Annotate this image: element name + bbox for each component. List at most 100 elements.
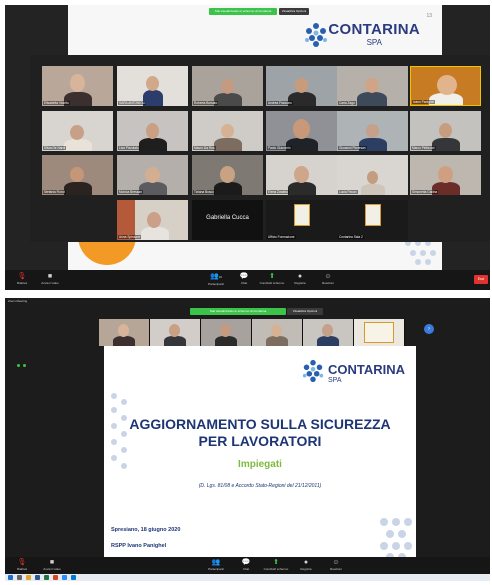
participant-tile[interactable]: Mauro Da Ros: [192, 111, 263, 151]
participant-tile-no-video[interactable]: Gabriella Cucca: [192, 200, 263, 240]
unmute-button[interactable]: 🎙 Riattiva: [7, 272, 37, 288]
participant-thumbnail-strip: [99, 319, 405, 346]
microphone-muted-icon: 🎙: [17, 559, 27, 566]
participant-thumbnail[interactable]: [150, 319, 200, 346]
start-video-button[interactable]: ■ Avvia il video: [35, 272, 65, 288]
outlook-icon[interactable]: [71, 575, 76, 580]
chat-button[interactable]: 💬 Chat: [231, 558, 261, 574]
decorative-dots-icon: [380, 518, 412, 560]
reactions-button[interactable]: ☺ Reazioni: [321, 558, 351, 574]
meeting-toolbar: 🎙 Riattiva ■ Avvia il video 👥 Partecipan…: [5, 557, 490, 574]
participant-tile[interactable]: Simonetta Gallina: [410, 155, 481, 195]
file-explorer-icon[interactable]: [26, 575, 31, 580]
contarina-logo-icon: [302, 359, 324, 383]
leave-meeting-button[interactable]: Esci: [474, 275, 488, 284]
participant-tile[interactable]: Stefania Fiorot: [42, 155, 113, 195]
participant-name: SARA ANTONIOLI: [118, 101, 147, 105]
participant-name: Roberta Borsato: [193, 101, 219, 105]
video-camera-off-icon: ■: [49, 559, 55, 566]
participant-name: Lisa Pizzolato: [118, 146, 140, 150]
participant-tile-active-speaker[interactable]: Ivano Panighel: [410, 66, 481, 106]
participant-tile[interactable]: Lisa Pizzolato: [117, 111, 188, 151]
participant-name: Elisabetta Vidotto: [43, 101, 70, 105]
chat-button[interactable]: 💬 Chat: [229, 272, 259, 288]
slide-place-date: Spresiano, 18 giugno 2020: [111, 527, 181, 533]
contarina-logo-suffix: SPA: [366, 38, 382, 47]
participant-name: Silvia De Nardi: [43, 146, 67, 150]
view-options-button[interactable]: Visualizza Opzioni: [287, 308, 323, 315]
participant-name: Paolo Giacomin: [267, 146, 292, 150]
participant-tile[interactable]: Ufficio Formazione: [266, 200, 337, 240]
reactions-icon: ☺: [332, 559, 340, 566]
participant-tile[interactable]: Andrea Fraccaro: [266, 66, 337, 106]
screen-share-banner: Stai visualizzando lo schermo di Contari…: [209, 8, 277, 15]
participant-name: Marco Pellizzari: [411, 146, 436, 150]
view-options-button[interactable]: Visualizza Opzioni: [279, 8, 309, 15]
participant-tile[interactable]: Anna Spinazze: [117, 200, 188, 240]
contarina-logo-icon: [305, 23, 327, 47]
powerpoint-icon[interactable]: [53, 575, 58, 580]
participant-tile[interactable]: Giovanni Piovesan: [337, 111, 408, 151]
participant-tile[interactable]: Paolo Giacomin: [266, 111, 337, 151]
participant-name: Carla Zago: [338, 101, 356, 105]
participant-tile[interactable]: Lucia Pavan: [337, 155, 408, 195]
participant-tile[interactable]: SARA ANTONIOLI: [117, 66, 188, 106]
participant-name: Anna Spinazze: [118, 235, 142, 239]
participant-name: Tiziana Bosco: [193, 190, 215, 194]
participant-gallery: Elisabetta Vidotto SARA ANTONIOLI Robert…: [30, 55, 490, 242]
slide-page-number: 13: [426, 13, 432, 19]
meeting-toolbar: 🎙 Riattiva ■ Avvia il video 👥22 Partecip…: [5, 270, 490, 290]
zoom-window-gallery: CONTARINA SPA 13 Stai visualizzando lo s…: [5, 5, 490, 290]
unmute-button[interactable]: 🎙 Riattiva: [7, 558, 37, 574]
video-camera-off-icon: ■: [47, 273, 53, 280]
word-icon[interactable]: [35, 575, 40, 580]
contarina-logo-text: CONTARINA: [328, 362, 406, 377]
reactions-button[interactable]: ☺ Reazioni: [313, 272, 343, 288]
participant-name: Andrea Fraccaro: [267, 101, 293, 105]
slide-presenter: RSPP Ivano Panighel: [111, 543, 167, 549]
share-screen-button[interactable]: ⬆ Condividi schermo: [261, 558, 291, 574]
slide-title: AGGIORNAMENTO SULLA SICUREZZA PER LAVORA…: [129, 416, 391, 449]
participant-name: Ufficio Formazione: [267, 235, 296, 239]
participant-tile[interactable]: Monica Bressan: [117, 155, 188, 195]
participant-tile[interactable]: Silvia De Nardi: [42, 111, 113, 151]
share-screen-icon: ⬆: [273, 559, 279, 566]
participant-name: Giovanni Piovesan: [338, 146, 367, 150]
reactions-icon: ☺: [324, 273, 332, 280]
microphone-muted-icon: 🎙: [17, 273, 27, 280]
participant-tile[interactable]: Tiziana Bosco: [192, 155, 263, 195]
share-screen-icon: ⬆: [269, 273, 275, 280]
share-screen-button[interactable]: ⬆ Condividi schermo: [257, 272, 287, 288]
participant-tile[interactable]: Elena Zanatta: [266, 155, 337, 195]
record-button[interactable]: ● Registra: [285, 272, 315, 288]
start-menu-icon[interactable]: [8, 575, 13, 580]
participant-name-large: Gabriella Cucca: [206, 215, 249, 221]
participants-icon: 👥: [211, 559, 221, 566]
gallery-arrow-icon[interactable]: ›: [424, 324, 434, 334]
zoom-app-icon[interactable]: [62, 575, 67, 580]
status-indicators: [17, 354, 29, 372]
participant-thumbnail[interactable]: [354, 319, 404, 346]
participant-tile[interactable]: Elisabetta Vidotto: [42, 66, 113, 106]
participants-button[interactable]: 👥22 Partecipanti: [201, 272, 231, 288]
chat-bubble-icon: 💬: [241, 559, 251, 566]
participant-tile[interactable]: Roberta Borsato: [192, 66, 263, 106]
participant-name: Elena Zanatta: [267, 190, 289, 194]
start-video-button[interactable]: ■ Avvia il video: [37, 558, 67, 574]
participant-tile[interactable]: Marco Pellizzari: [410, 111, 481, 151]
search-icon[interactable]: [17, 575, 22, 580]
participant-name: Mauro Da Ros: [193, 146, 216, 150]
participant-thumbnail[interactable]: [303, 319, 353, 346]
slide-legal-reference: (D. Lgs. 81/08 e Accordo Stato-Regioni d…: [198, 483, 322, 489]
participant-thumbnail[interactable]: [201, 319, 251, 346]
zoom-window-shared-screen: Zoom Meeting Stai visualizzando lo scher…: [5, 298, 490, 581]
record-button[interactable]: ● Registra: [291, 558, 321, 574]
participant-name: Ivano Panighel: [412, 100, 436, 104]
participant-thumbnail[interactable]: [99, 319, 149, 346]
participant-tile[interactable]: Carla Zago: [337, 66, 408, 106]
participant-tile[interactable]: Contarina Sala 2: [337, 200, 408, 240]
chat-bubble-icon: 💬: [239, 273, 249, 280]
participant-thumbnail[interactable]: [252, 319, 302, 346]
participants-button[interactable]: 👥 Partecipanti: [201, 558, 231, 574]
excel-icon[interactable]: [44, 575, 49, 580]
